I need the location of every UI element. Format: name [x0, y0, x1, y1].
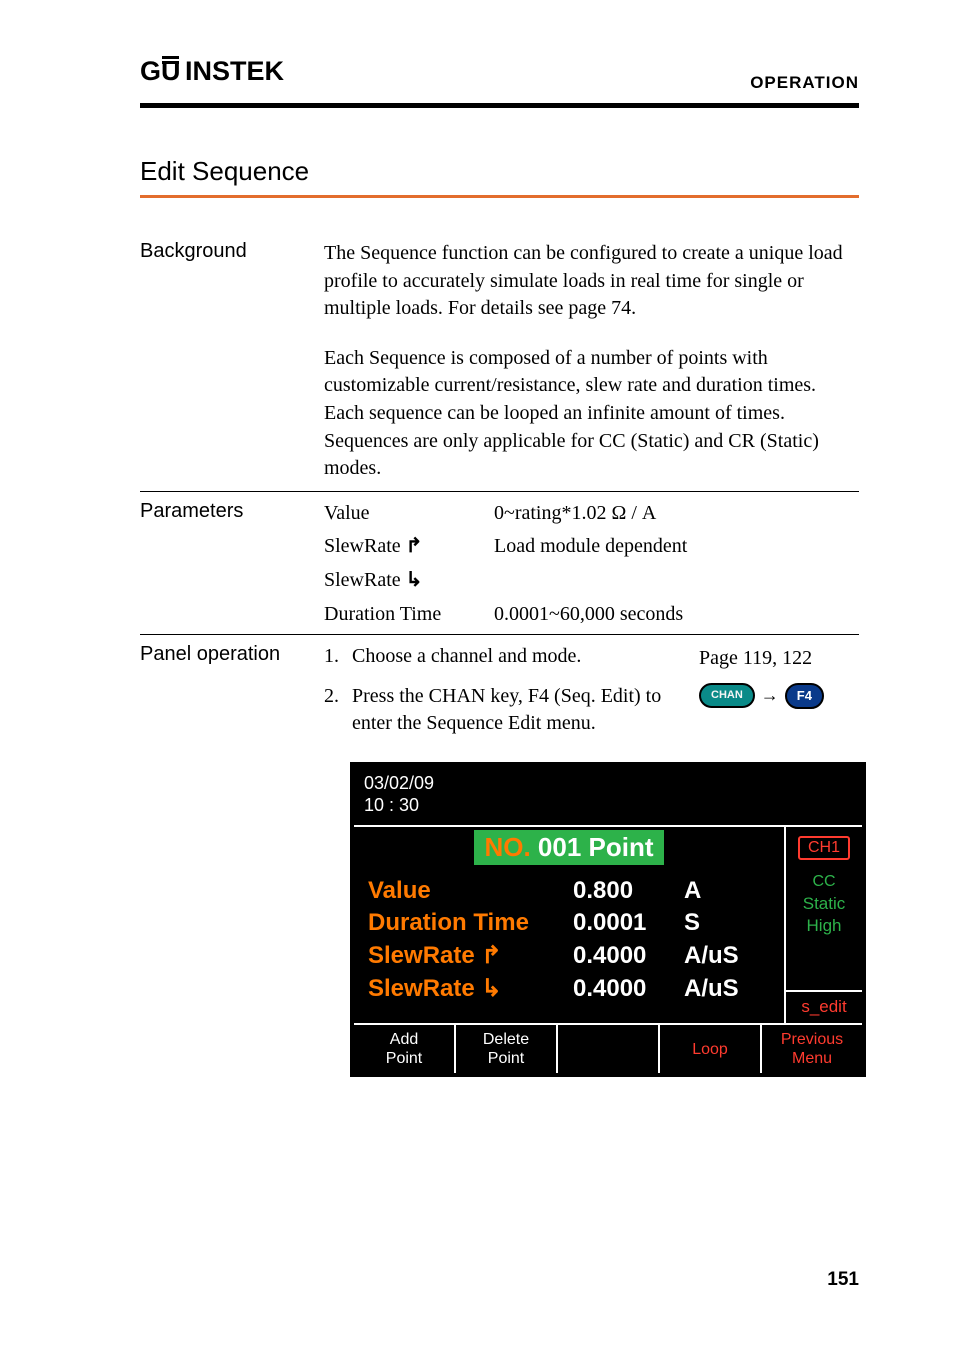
mode-high-label: High	[807, 915, 842, 938]
device-param-value: 0.4000	[573, 942, 678, 970]
section-title: Edit Sequence	[140, 156, 859, 187]
param-row: Value 0~rating*1.02 Ω / A	[324, 500, 859, 528]
param-row: SlewRate ↱ Load module dependent	[324, 533, 859, 561]
param-row: SlewRate ↳	[324, 567, 859, 595]
step-row: 2. Press the CHAN key, F4 (Seq. Edit) to…	[324, 683, 859, 738]
brand-logo: G U INSTEK	[140, 56, 310, 93]
param-name: SlewRate ↳	[324, 567, 494, 595]
device-param-row: SlewRate ↱ 0.4000 A/uS	[368, 941, 774, 970]
background-para2: Each Sequence is composed of a number of…	[324, 345, 859, 483]
device-title-rest: 001 Point	[531, 832, 654, 862]
device-time: 10 : 30	[364, 794, 852, 817]
device-param-label: SlewRate ↳	[368, 974, 573, 1003]
header-rule	[140, 103, 859, 108]
device-param-row: Value 0.800 A	[368, 877, 774, 905]
mode-static-label: Static	[803, 893, 846, 916]
device-title: NO. 001 Point	[474, 830, 663, 865]
device-param-value: 0.0001	[573, 909, 678, 937]
device-param-label: Duration Time	[368, 909, 573, 937]
param-name: Duration Time	[324, 601, 494, 629]
device-channel-box: CH1	[784, 827, 862, 869]
divider	[140, 491, 859, 492]
param-value: Load module dependent	[494, 533, 859, 561]
f4-key-icon: F4	[785, 683, 824, 709]
mode-cc-label: CC	[812, 871, 835, 893]
parameters-label: Parameters	[140, 500, 302, 630]
device-param-row: Duration Time 0.0001 S	[368, 909, 774, 937]
device-date: 03/02/09	[364, 772, 852, 795]
channel-badge: CH1	[798, 836, 850, 860]
empty-button-slot	[558, 1025, 660, 1073]
step-text: Choose a channel and mode.	[352, 643, 699, 671]
arrow-up-icon: ↱	[481, 942, 501, 969]
device-button-bar: Add Point Delete Point Loop Previous Men…	[354, 1023, 862, 1073]
arrow-right-icon: →	[761, 683, 779, 708]
arrow-down-icon: ↳	[406, 567, 423, 595]
device-title-bar: NO. 001 Point	[354, 827, 784, 869]
device-screen: 03/02/09 10 : 30 NO. 001 Point CH1 Value…	[350, 762, 866, 1077]
device-param-value: 0.4000	[573, 975, 678, 1003]
background-label: Background	[140, 240, 302, 487]
device-param-unit: A/uS	[684, 975, 739, 1003]
step-number: 2.	[324, 683, 352, 711]
add-point-button[interactable]: Add Point	[354, 1025, 456, 1073]
param-value: 0.0001~60,000 seconds	[494, 601, 859, 629]
device-param-unit: A/uS	[684, 942, 739, 970]
param-name: Value	[324, 500, 494, 528]
panel-label: Panel operation	[140, 643, 302, 748]
device-param-label: Value	[368, 877, 573, 905]
param-name: SlewRate ↱	[324, 533, 494, 561]
page-number: 151	[827, 1269, 859, 1291]
device-param-row: SlewRate ↳ 0.4000 A/uS	[368, 974, 774, 1003]
svg-text:U: U	[161, 56, 182, 86]
step-number: 1.	[324, 643, 352, 671]
delete-point-button[interactable]: Delete Point	[456, 1025, 558, 1073]
header-section-label: OPERATION	[750, 73, 859, 93]
chan-key-icon: CHAN	[699, 683, 755, 708]
page-reference: Page 119, 122	[699, 643, 812, 673]
arrow-up-icon: ↱	[406, 533, 423, 561]
step-text: Press the CHAN key, F4 (Seq. Edit) to en…	[352, 683, 699, 738]
device-param-label: SlewRate ↱	[368, 941, 573, 970]
section-rule	[140, 195, 859, 198]
device-param-unit: A	[684, 877, 701, 905]
device-title-no: NO.	[484, 832, 530, 862]
background-para1: The Sequence function can be configured …	[324, 240, 859, 323]
svg-text:G: G	[140, 56, 162, 86]
loop-button[interactable]: Loop	[660, 1025, 762, 1073]
arrow-down-icon: ↳	[481, 975, 501, 1002]
key-sequence: CHAN → F4	[699, 683, 824, 709]
param-row: Duration Time 0.0001~60,000 seconds	[324, 601, 859, 629]
device-datetime: 03/02/09 10 : 30	[354, 766, 862, 825]
device-param-unit: S	[684, 909, 700, 937]
param-value	[494, 567, 859, 595]
sedit-label: s_edit	[786, 990, 862, 1023]
device-side-panel: CC Static High s_edit	[784, 869, 862, 1023]
step-row: 1. Choose a channel and mode. Page 119, …	[324, 643, 859, 673]
divider	[140, 634, 859, 635]
param-value: 0~rating*1.02 Ω / A	[494, 500, 859, 528]
device-main-panel: Value 0.800 A Duration Time 0.0001 S Sle…	[354, 869, 784, 1023]
previous-menu-button[interactable]: Previous Menu	[762, 1025, 862, 1073]
svg-text:INSTEK: INSTEK	[185, 56, 285, 86]
device-param-value: 0.800	[573, 877, 678, 905]
